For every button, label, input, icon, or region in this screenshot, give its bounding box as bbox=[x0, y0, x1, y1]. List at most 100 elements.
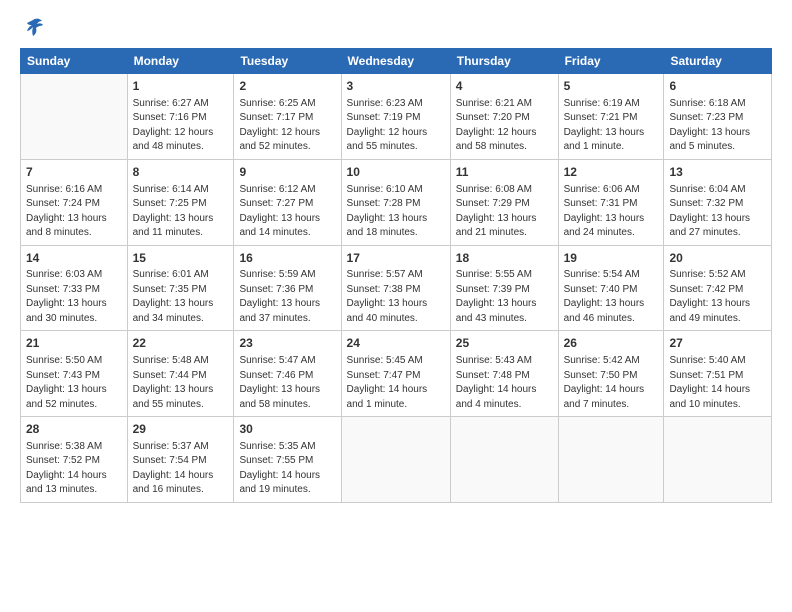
day-info: Sunrise: 5:55 AM Sunset: 7:39 PM Dayligh… bbox=[456, 268, 553, 326]
weekday-header-wednesday: Wednesday bbox=[341, 49, 450, 74]
day-info: Sunrise: 5:35 AM Sunset: 7:55 PM Dayligh… bbox=[239, 440, 335, 498]
day-number: 1 bbox=[133, 78, 229, 95]
calendar-week-3: 14Sunrise: 6:03 AM Sunset: 7:33 PM Dayli… bbox=[21, 245, 772, 331]
day-info: Sunrise: 5:54 AM Sunset: 7:40 PM Dayligh… bbox=[564, 268, 659, 326]
day-number: 6 bbox=[669, 78, 766, 95]
calendar-cell bbox=[558, 417, 664, 503]
day-info: Sunrise: 6:21 AM Sunset: 7:20 PM Dayligh… bbox=[456, 97, 553, 155]
day-info: Sunrise: 6:04 AM Sunset: 7:32 PM Dayligh… bbox=[669, 183, 766, 241]
day-info: Sunrise: 5:37 AM Sunset: 7:54 PM Dayligh… bbox=[133, 440, 229, 498]
day-number: 2 bbox=[239, 78, 335, 95]
calendar-cell: 18Sunrise: 5:55 AM Sunset: 7:39 PM Dayli… bbox=[450, 245, 558, 331]
calendar-cell: 11 Sunrise: 6:08 AM Sunset: 7:29 PM Dayli… bbox=[450, 159, 558, 245]
calendar-cell: 15Sunrise: 6:01 AM Sunset: 7:35 PM Dayli… bbox=[127, 245, 234, 331]
day-number: 7 bbox=[26, 164, 122, 181]
day-number: 29 bbox=[133, 421, 229, 438]
day-info: Sunrise: 5:47 AM Sunset: 7:46 PM Dayligh… bbox=[239, 354, 335, 412]
day-info: Sunrise: 5:59 AM Sunset: 7:36 PM Dayligh… bbox=[239, 268, 335, 326]
day-info: Sunrise: 6:08 AM Sunset: 7:29 PM Dayligh… bbox=[456, 183, 553, 241]
day-info: Sunrise: 5:43 AM Sunset: 7:48 PM Dayligh… bbox=[456, 354, 553, 412]
calendar-cell: 16Sunrise: 5:59 AM Sunset: 7:36 PM Dayli… bbox=[234, 245, 341, 331]
calendar-cell bbox=[664, 417, 772, 503]
calendar-cell: 7 Sunrise: 6:16 AM Sunset: 7:24 PM Daylig… bbox=[21, 159, 128, 245]
day-info: Sunrise: 5:50 AM Sunset: 7:43 PM Dayligh… bbox=[26, 354, 122, 412]
calendar-cell: 30 Sunrise: 5:35 AM Sunset: 7:55 PM Dayli… bbox=[234, 417, 341, 503]
day-number: 23 bbox=[239, 335, 335, 352]
day-number: 12 bbox=[564, 164, 659, 181]
calendar-cell: 9Sunrise: 6:12 AM Sunset: 7:27 PM Daylig… bbox=[234, 159, 341, 245]
day-number: 14 bbox=[26, 250, 122, 267]
day-info: Sunrise: 6:18 AM Sunset: 7:23 PM Dayligh… bbox=[669, 97, 766, 155]
calendar-cell: 22Sunrise: 5:48 AM Sunset: 7:44 PM Dayli… bbox=[127, 331, 234, 417]
day-number: 18 bbox=[456, 250, 553, 267]
calendar-week-4: 21 Sunrise: 5:50 AM Sunset: 7:43 PM Dayli… bbox=[21, 331, 772, 417]
calendar-cell: 10 Sunrise: 6:10 AM Sunset: 7:28 PM Dayli… bbox=[341, 159, 450, 245]
calendar-cell: 17Sunrise: 5:57 AM Sunset: 7:38 PM Dayli… bbox=[341, 245, 450, 331]
day-info: Sunrise: 5:38 AM Sunset: 7:52 PM Dayligh… bbox=[26, 440, 122, 498]
calendar-cell: 29 Sunrise: 5:37 AM Sunset: 7:54 PM Dayli… bbox=[127, 417, 234, 503]
calendar-cell: 6 Sunrise: 6:18 AM Sunset: 7:23 PM Daylig… bbox=[664, 74, 772, 160]
logo bbox=[20, 16, 44, 38]
day-info: Sunrise: 5:48 AM Sunset: 7:44 PM Dayligh… bbox=[133, 354, 229, 412]
day-number: 30 bbox=[239, 421, 335, 438]
calendar-cell: 26 Sunrise: 5:42 AM Sunset: 7:50 PM Dayli… bbox=[558, 331, 664, 417]
calendar-cell: 12Sunrise: 6:06 AM Sunset: 7:31 PM Dayli… bbox=[558, 159, 664, 245]
page: SundayMondayTuesdayWednesdayThursdayFrid… bbox=[0, 0, 792, 612]
weekday-header-saturday: Saturday bbox=[664, 49, 772, 74]
day-number: 21 bbox=[26, 335, 122, 352]
calendar-cell bbox=[21, 74, 128, 160]
header bbox=[20, 16, 772, 38]
calendar-cell: 25Sunrise: 5:43 AM Sunset: 7:48 PM Dayli… bbox=[450, 331, 558, 417]
day-info: Sunrise: 6:19 AM Sunset: 7:21 PM Dayligh… bbox=[564, 97, 659, 155]
weekday-header-friday: Friday bbox=[558, 49, 664, 74]
day-info: Sunrise: 5:40 AM Sunset: 7:51 PM Dayligh… bbox=[669, 354, 766, 412]
calendar-cell: 28 Sunrise: 5:38 AM Sunset: 7:52 PM Dayli… bbox=[21, 417, 128, 503]
calendar-cell bbox=[450, 417, 558, 503]
calendar-header: SundayMondayTuesdayWednesdayThursdayFrid… bbox=[21, 49, 772, 74]
calendar-cell: 8Sunrise: 6:14 AM Sunset: 7:25 PM Daylig… bbox=[127, 159, 234, 245]
day-info: Sunrise: 6:25 AM Sunset: 7:17 PM Dayligh… bbox=[239, 97, 335, 155]
day-info: Sunrise: 6:10 AM Sunset: 7:28 PM Dayligh… bbox=[347, 183, 445, 241]
day-number: 15 bbox=[133, 250, 229, 267]
day-number: 13 bbox=[669, 164, 766, 181]
day-info: Sunrise: 5:42 AM Sunset: 7:50 PM Dayligh… bbox=[564, 354, 659, 412]
day-info: Sunrise: 6:03 AM Sunset: 7:33 PM Dayligh… bbox=[26, 268, 122, 326]
logo-bird-icon bbox=[22, 16, 44, 38]
weekday-header-tuesday: Tuesday bbox=[234, 49, 341, 74]
day-number: 10 bbox=[347, 164, 445, 181]
day-number: 3 bbox=[347, 78, 445, 95]
calendar-table: SundayMondayTuesdayWednesdayThursdayFrid… bbox=[20, 48, 772, 503]
weekday-header-row: SundayMondayTuesdayWednesdayThursdayFrid… bbox=[21, 49, 772, 74]
day-info: Sunrise: 6:14 AM Sunset: 7:25 PM Dayligh… bbox=[133, 183, 229, 241]
day-number: 16 bbox=[239, 250, 335, 267]
calendar-cell: 27 Sunrise: 5:40 AM Sunset: 7:51 PM Dayli… bbox=[664, 331, 772, 417]
day-info: Sunrise: 5:57 AM Sunset: 7:38 PM Dayligh… bbox=[347, 268, 445, 326]
day-number: 11 bbox=[456, 164, 553, 181]
calendar-cell: 1Sunrise: 6:27 AM Sunset: 7:16 PM Daylig… bbox=[127, 74, 234, 160]
calendar-cell: 14Sunrise: 6:03 AM Sunset: 7:33 PM Dayli… bbox=[21, 245, 128, 331]
calendar-cell: 23 Sunrise: 5:47 AM Sunset: 7:46 PM Dayli… bbox=[234, 331, 341, 417]
day-number: 28 bbox=[26, 421, 122, 438]
calendar-cell bbox=[341, 417, 450, 503]
day-info: Sunrise: 6:01 AM Sunset: 7:35 PM Dayligh… bbox=[133, 268, 229, 326]
calendar-cell: 5Sunrise: 6:19 AM Sunset: 7:21 PM Daylig… bbox=[558, 74, 664, 160]
day-number: 17 bbox=[347, 250, 445, 267]
day-info: Sunrise: 6:23 AM Sunset: 7:19 PM Dayligh… bbox=[347, 97, 445, 155]
calendar-cell: 19Sunrise: 5:54 AM Sunset: 7:40 PM Dayli… bbox=[558, 245, 664, 331]
day-number: 20 bbox=[669, 250, 766, 267]
calendar-week-5: 28 Sunrise: 5:38 AM Sunset: 7:52 PM Dayli… bbox=[21, 417, 772, 503]
day-info: Sunrise: 6:16 AM Sunset: 7:24 PM Dayligh… bbox=[26, 183, 122, 241]
calendar-cell: 24 Sunrise: 5:45 AM Sunset: 7:47 PM Dayli… bbox=[341, 331, 450, 417]
day-number: 27 bbox=[669, 335, 766, 352]
weekday-header-thursday: Thursday bbox=[450, 49, 558, 74]
day-number: 19 bbox=[564, 250, 659, 267]
day-number: 24 bbox=[347, 335, 445, 352]
calendar-cell: 4 Sunrise: 6:21 AM Sunset: 7:20 PM Daylig… bbox=[450, 74, 558, 160]
day-number: 26 bbox=[564, 335, 659, 352]
day-number: 4 bbox=[456, 78, 553, 95]
day-info: Sunrise: 5:45 AM Sunset: 7:47 PM Dayligh… bbox=[347, 354, 445, 412]
day-info: Sunrise: 5:52 AM Sunset: 7:42 PM Dayligh… bbox=[669, 268, 766, 326]
calendar-cell: 3 Sunrise: 6:23 AM Sunset: 7:19 PM Daylig… bbox=[341, 74, 450, 160]
calendar-cell: 13 Sunrise: 6:04 AM Sunset: 7:32 PM Dayli… bbox=[664, 159, 772, 245]
calendar-body: 1Sunrise: 6:27 AM Sunset: 7:16 PM Daylig… bbox=[21, 74, 772, 503]
